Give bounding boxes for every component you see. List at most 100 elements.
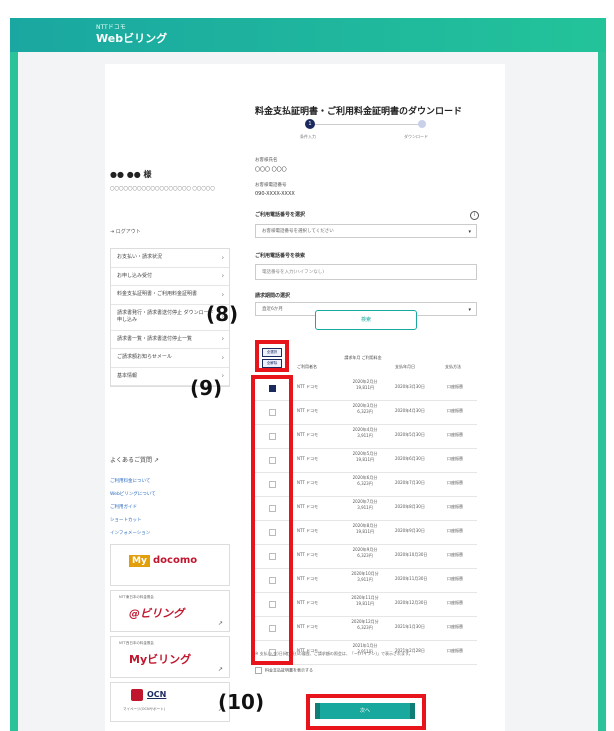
sidebar-item-label: 基本情報 [117, 372, 138, 379]
cell-method: 口座振替 [447, 432, 463, 437]
customer-name: 〇〇〇 〇〇〇 [255, 167, 287, 173]
my-docomo-badge: My [129, 555, 150, 567]
customer-number-label: お客様電話番号 [255, 183, 287, 188]
customer-name-label: お客様氏名 [255, 158, 278, 163]
cell-user: NTT ドコモ [297, 504, 319, 509]
sidebar-item-mail[interactable]: ご請求額お知らせメール › [111, 349, 229, 368]
cell-method: 口座振替 [447, 552, 463, 557]
cell-amount: 19,811円 [356, 601, 374, 607]
cell-amount: 3,911円 [357, 505, 373, 511]
cell-date: 2020年4月30日 [395, 408, 425, 413]
chevron-right-icon: › [221, 354, 224, 362]
info-icon[interactable]: i [470, 211, 479, 220]
cell-date: 2020年8月30日 [395, 504, 425, 509]
dropdown-arrow-icon: ▾ [468, 307, 471, 313]
phone-select[interactable]: お客様電話番号を選択してください ▾ [255, 224, 477, 238]
cell-date: 2020年12月30日 [395, 600, 428, 605]
cell-date: 2020年5月30日 [395, 432, 425, 437]
column-header-month: 請求年月 ご利用料金 [344, 355, 382, 360]
cell-amount: 19,811円 [356, 457, 374, 463]
cell-amount: 3,911円 [357, 577, 373, 583]
dropdown-arrow-icon: ▾ [468, 229, 471, 235]
faq-link[interactable]: よくあるご質問 ↗ [110, 455, 159, 464]
brand-logo[interactable]: Webビリング [96, 30, 167, 46]
phone-input-placeholder: 電話番号を入力(ハイフンなし) [262, 270, 325, 275]
user-address: 〇〇〇〇〇〇〇〇〇〇〇〇〇〇〇〇〇〇 〇〇〇〇〇 [110, 187, 215, 192]
sidebar-link[interactable]: Webビリングについて [110, 488, 156, 501]
sidebar-link[interactable]: ショートカット [110, 514, 156, 527]
cell-user: NTT ドコモ [297, 600, 319, 605]
chevron-right-icon: › [221, 291, 224, 299]
agree-checkbox[interactable] [255, 667, 262, 674]
docomo-logo: docomo [153, 555, 198, 566]
cell-user: NTT ドコモ [297, 456, 319, 461]
cell-amount: 19,811円 [356, 529, 374, 535]
at-billing-logo: @ビリング [129, 607, 184, 620]
column-header-date: 支払年月日 [395, 364, 415, 369]
period-label: 請求期間の選択 [255, 293, 291, 299]
cell-user: NTT ドコモ [297, 576, 319, 581]
annotation-9-box [251, 375, 293, 665]
cell-date: 2020年7月30日 [395, 480, 425, 485]
sidebar-item-applications[interactable]: お申し込み受付 › [111, 268, 229, 286]
cell-month: 2020年9月分 6,323円 [337, 547, 393, 560]
sidebar-link[interactable]: ご利用ガイド [110, 501, 156, 514]
phone-input-label: ご利用電話番号を検索 [255, 253, 306, 259]
cell-date: 2020年10月30日 [395, 552, 428, 557]
sidebar-item-label: 請求書発行・請求書送付停止 ダウンロード申し込み [117, 309, 214, 324]
user-info: ●● ●● 様 〇〇〇〇〇〇〇〇〇〇〇〇〇〇〇〇〇〇 〇〇〇〇〇 [110, 169, 228, 193]
sidebar-item-label: お申し込み受付 [117, 272, 153, 279]
cell-month: 2020年11月分 19,811円 [337, 595, 393, 608]
customer-number: 090-XXXX-XXXX [255, 191, 295, 197]
step-2-indicator [418, 120, 426, 128]
cell-method: 口座振替 [447, 648, 463, 653]
cell-user: NTT ドコモ [297, 624, 319, 629]
cell-date: 2020年3月30日 [395, 384, 425, 389]
ad-ocn[interactable]: OCN マイページ(OCNサポート) ↗ [110, 682, 230, 722]
chevron-right-icon: › [221, 254, 224, 262]
external-link-icon: ↗ [217, 620, 223, 627]
sidebar-item-label: ご請求額お知らせメール [117, 354, 172, 360]
logout-link[interactable]: ⇥ ログアウト [110, 228, 141, 235]
cell-month: 2020年3月分 6,323円 [337, 403, 393, 416]
cell-month: 2020年12月分 6,323円 [337, 619, 393, 632]
screenshot-frame: NTTドコモ Webビリング ●● ●● 様 〇〇〇〇〇〇〇〇〇〇〇〇〇〇〇〇〇… [0, 0, 614, 731]
external-link-icon: ↗ [153, 457, 159, 464]
cell-method: 口座振替 [447, 384, 463, 389]
cell-month: 2020年10月分 3,911円 [337, 571, 393, 584]
sidebar-link[interactable]: ご利用料金について [110, 475, 156, 488]
sidebar-links: ご利用料金について Webビリングについて ご利用ガイド ショートカット インフ… [110, 475, 156, 540]
step-1-label: 条件入力 [300, 134, 316, 139]
cell-amount: 19,811円 [356, 385, 374, 391]
cell-method: 口座振替 [447, 408, 463, 413]
user-name: ●● ●● 様 [110, 170, 152, 179]
annotation-8-box [255, 340, 289, 372]
column-header-method: 支払方法 [445, 364, 461, 369]
cell-month: 2020年5月分 19,811円 [337, 451, 393, 464]
ad-my-billing[interactable]: NTT西日本の料金照会 Myビリング ↗ [110, 636, 230, 678]
right-green-border [598, 52, 606, 731]
sidebar-item-label: 料金支払証明書・ご利用料金証明書 [117, 291, 198, 297]
external-link-icon: ↗ [217, 666, 223, 673]
cell-method: 口座振替 [447, 576, 463, 581]
cell-user: NTT ドコモ [297, 432, 319, 437]
cell-date: 2020年9月30日 [395, 528, 425, 533]
column-header-user: ご利用者名 [297, 364, 317, 369]
sidebar-item-payment-status[interactable]: お支払い・請求状況 › [111, 249, 229, 268]
phone-search-input[interactable]: 電話番号を入力(ハイフンなし) [255, 264, 477, 280]
cell-month: 2020年7月分 3,911円 [337, 499, 393, 512]
agree-checkbox-row[interactable]: 料金支払証明書を表示する [255, 667, 313, 674]
ad-at-billing[interactable]: NTT東日本の料金照会 @ビリング ↗ [110, 590, 230, 632]
header-bar: NTTドコモ Webビリング [10, 18, 606, 52]
faq-label: よくあるご質問 [110, 457, 153, 464]
sidebar-item-invoice-list[interactable]: 請求書一覧・請求書送付停止一覧 › [111, 331, 229, 349]
ad-my-docomo[interactable]: My docomo [110, 544, 230, 586]
period-select-value: 直近6か月 [262, 307, 283, 312]
page-title: 料金支払証明書・ご利用料金証明書のダウンロード [255, 107, 463, 117]
cell-method: 口座振替 [447, 480, 463, 485]
ocn-logo-icon [131, 689, 143, 701]
search-button[interactable]: 検索 [315, 310, 417, 330]
left-green-border [10, 52, 18, 731]
sidebar-link[interactable]: インフォメーション [110, 527, 156, 540]
cell-user: NTT ドコモ [297, 408, 319, 413]
